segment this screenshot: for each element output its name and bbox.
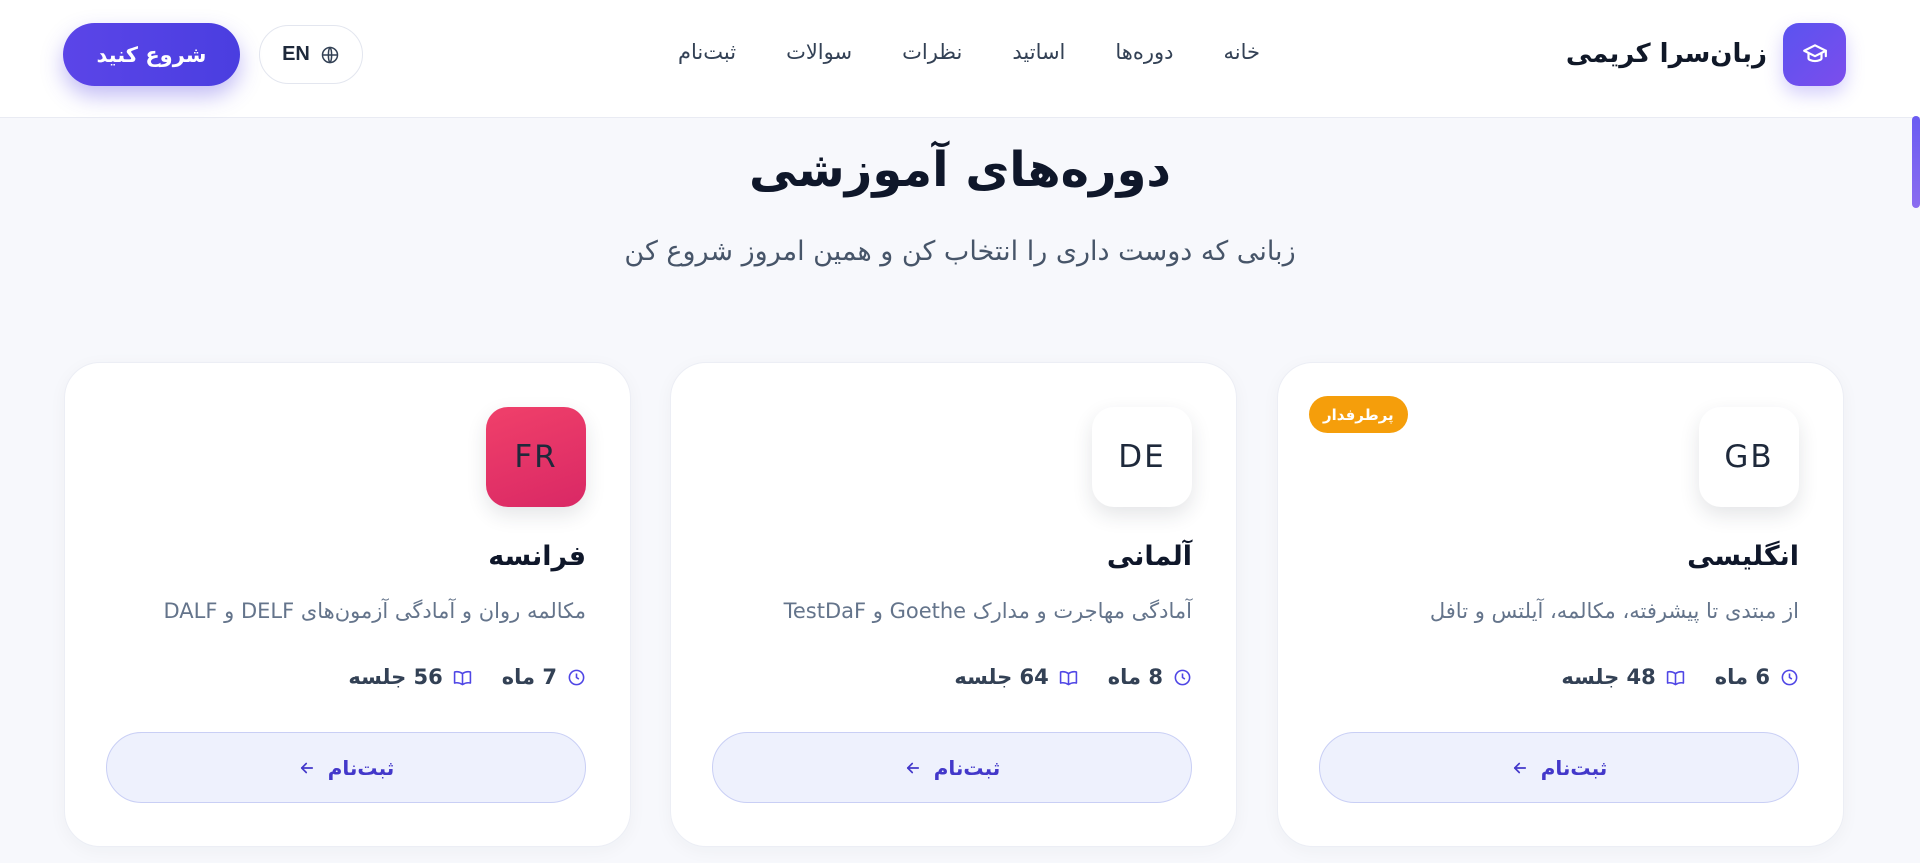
enroll-label: ثبت‌نام (933, 755, 1001, 780)
flag-de: DE (1092, 407, 1192, 507)
nav-item-reviews[interactable]: نظرات (902, 40, 962, 64)
duration-text: 7 ماه (501, 665, 557, 689)
clock-icon (1781, 669, 1798, 685)
course-meta: 6 ماه 48 جلسه (1561, 665, 1799, 689)
clock-icon (1174, 669, 1191, 685)
course-meta: 7 ماه 56 جلسه (348, 665, 586, 689)
course-description: آمادگی مهاجرت و مدارک Goethe و TestDaF (783, 599, 1192, 623)
enroll-label: ثبت‌نام (327, 755, 395, 780)
course-title: انگلیسی (1687, 541, 1799, 572)
sessions-text: 56 جلسه (348, 665, 443, 689)
nav-item-home[interactable]: خانه (1224, 40, 1260, 64)
course-card-german: DE آلمانی آمادگی مهاجرت و مدارک Goethe و… (670, 362, 1237, 847)
sessions-text: 64 جلسه (954, 665, 1049, 689)
course-title: آلمانی (1106, 541, 1192, 572)
flag-gb: GB (1699, 407, 1799, 507)
enroll-button[interactable]: ثبت‌نام (1319, 732, 1799, 803)
book-icon (1059, 670, 1077, 685)
course-duration: 7 ماه (502, 665, 586, 689)
clock-icon (568, 669, 585, 685)
course-meta: 8 ماه 64 جلسه (954, 665, 1192, 689)
nav-item-faq[interactable]: سوالات (786, 40, 852, 64)
language-label: EN (282, 43, 310, 65)
nav-item-courses[interactable]: دوره‌ها (1115, 40, 1173, 64)
course-description: از مبتدی تا پیشرفته، مکالمه، آیلتس و تاف… (1429, 599, 1799, 623)
course-duration: 6 ماه (1715, 665, 1799, 689)
enroll-button[interactable]: ثبت‌نام (712, 732, 1192, 803)
enroll-button[interactable]: ثبت‌نام (106, 732, 586, 803)
book-icon (453, 670, 471, 685)
arrow-left-icon (300, 762, 313, 773)
brand[interactable]: زبان‌سرا کریمی (1566, 22, 1846, 86)
course-sessions: 64 جلسه (954, 665, 1077, 689)
flag-fr: FR (486, 407, 586, 507)
brand-name: زبان‌سرا کریمی (1565, 39, 1767, 69)
graduation-cap-icon (1783, 22, 1846, 86)
course-title: فرانسه (488, 541, 586, 572)
enroll-label: ثبت‌نام (1540, 755, 1608, 780)
course-card-english: GB پرطرفدار انگلیسی از مبتدی تا پیشرفته،… (1277, 362, 1844, 847)
course-card-french: FR فرانسه مکالمه روان و آمادگی آزمون‌های… (64, 362, 631, 847)
course-description: مکالمه روان و آمادگی آزمون‌های DELF و DA… (163, 599, 586, 623)
sessions-text: 48 جلسه (1561, 665, 1656, 689)
nav-item-register[interactable]: ثبت‌نام (678, 40, 736, 64)
nav-item-teachers[interactable]: اساتید (1012, 40, 1065, 64)
course-sessions: 48 جلسه (1561, 665, 1684, 689)
get-started-button[interactable]: شروع کنید (63, 23, 240, 86)
language-switch-button[interactable]: EN (259, 25, 363, 84)
course-sessions: 56 جلسه (348, 665, 471, 689)
popular-badge: پرطرفدار (1309, 396, 1408, 433)
arrow-left-icon (906, 762, 919, 773)
duration-text: 6 ماه (1714, 665, 1770, 689)
main-nav: خانه دوره‌ها اساتید نظرات سوالات ثبت‌نام (678, 40, 1260, 64)
arrow-left-icon (1513, 762, 1526, 773)
globe-icon (321, 45, 339, 64)
book-icon (1666, 670, 1684, 685)
duration-text: 8 ماه (1107, 665, 1163, 689)
top-header: زبان‌سرا کریمی خانه دوره‌ها اساتید نظرات… (0, 0, 1920, 118)
course-duration: 8 ماه (1108, 665, 1192, 689)
section-title: دوره‌های آموزشی (748, 142, 1172, 198)
section-subtitle: زبانی که دوست داری را انتخاب کن و همین ا… (624, 236, 1296, 267)
